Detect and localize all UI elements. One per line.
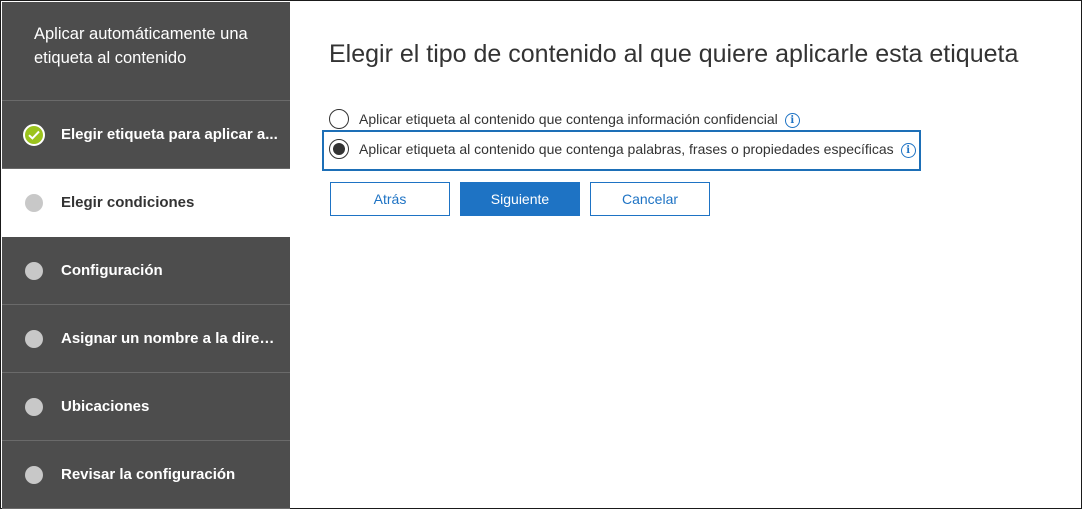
step-name-policy[interactable]: Asignar un nombre a la directiva — [2, 305, 290, 373]
option-label: Aplicar etiqueta al contenido que conten… — [359, 141, 894, 157]
step-label: Elegir etiqueta para aplicar a... — [61, 126, 278, 143]
step-choose-label[interactable]: Elegir etiqueta para aplicar a... — [2, 101, 290, 169]
step-choose-conditions[interactable]: Elegir condiciones — [2, 169, 290, 237]
step-label: Asignar un nombre a la directiva — [61, 330, 282, 347]
next-button[interactable]: Siguiente — [460, 182, 580, 216]
wizard-window: Aplicar automáticamente una etiqueta al … — [0, 0, 1082, 509]
wizard-content: Elegir el tipo de contenido al que quier… — [290, 2, 1080, 507]
step-dot-icon — [25, 397, 43, 416]
wizard-sidebar: Aplicar automáticamente una etiqueta al … — [2, 2, 290, 509]
option-specific-words[interactable]: Aplicar etiqueta al contenido que conten… — [329, 137, 916, 161]
step-label: Elegir condiciones — [61, 194, 195, 211]
wizard-title: Aplicar automáticamente una etiqueta al … — [2, 2, 290, 101]
step-settings[interactable]: Configuración — [2, 237, 290, 305]
info-icon[interactable]: i — [784, 113, 800, 128]
step-label: Revisar la configuración — [61, 466, 236, 483]
radio-selected-dot — [333, 143, 345, 155]
step-dot-icon — [25, 329, 43, 348]
checkmark-icon — [23, 123, 45, 146]
step-review-settings[interactable]: Revisar la configuración — [2, 441, 290, 509]
cancel-button[interactable]: Cancelar — [590, 182, 710, 216]
option-sensitive-info[interactable]: Aplicar etiqueta al contenido que conten… — [329, 107, 800, 131]
back-button[interactable]: Atrás — [330, 182, 450, 216]
radio-sensitive-info[interactable] — [329, 109, 349, 129]
step-dot-icon — [25, 465, 43, 484]
radio-specific-words[interactable] — [329, 139, 349, 159]
step-dot-icon — [25, 261, 43, 280]
step-label: Configuración — [61, 262, 163, 279]
page-title: Elegir el tipo de contenido al que quier… — [329, 40, 1019, 68]
step-locations[interactable]: Ubicaciones — [2, 373, 290, 441]
step-label: Ubicaciones — [61, 398, 150, 415]
step-dot-icon — [25, 193, 43, 212]
option-label: Aplicar etiqueta al contenido que conten… — [359, 111, 778, 127]
info-icon[interactable]: i — [900, 143, 916, 158]
